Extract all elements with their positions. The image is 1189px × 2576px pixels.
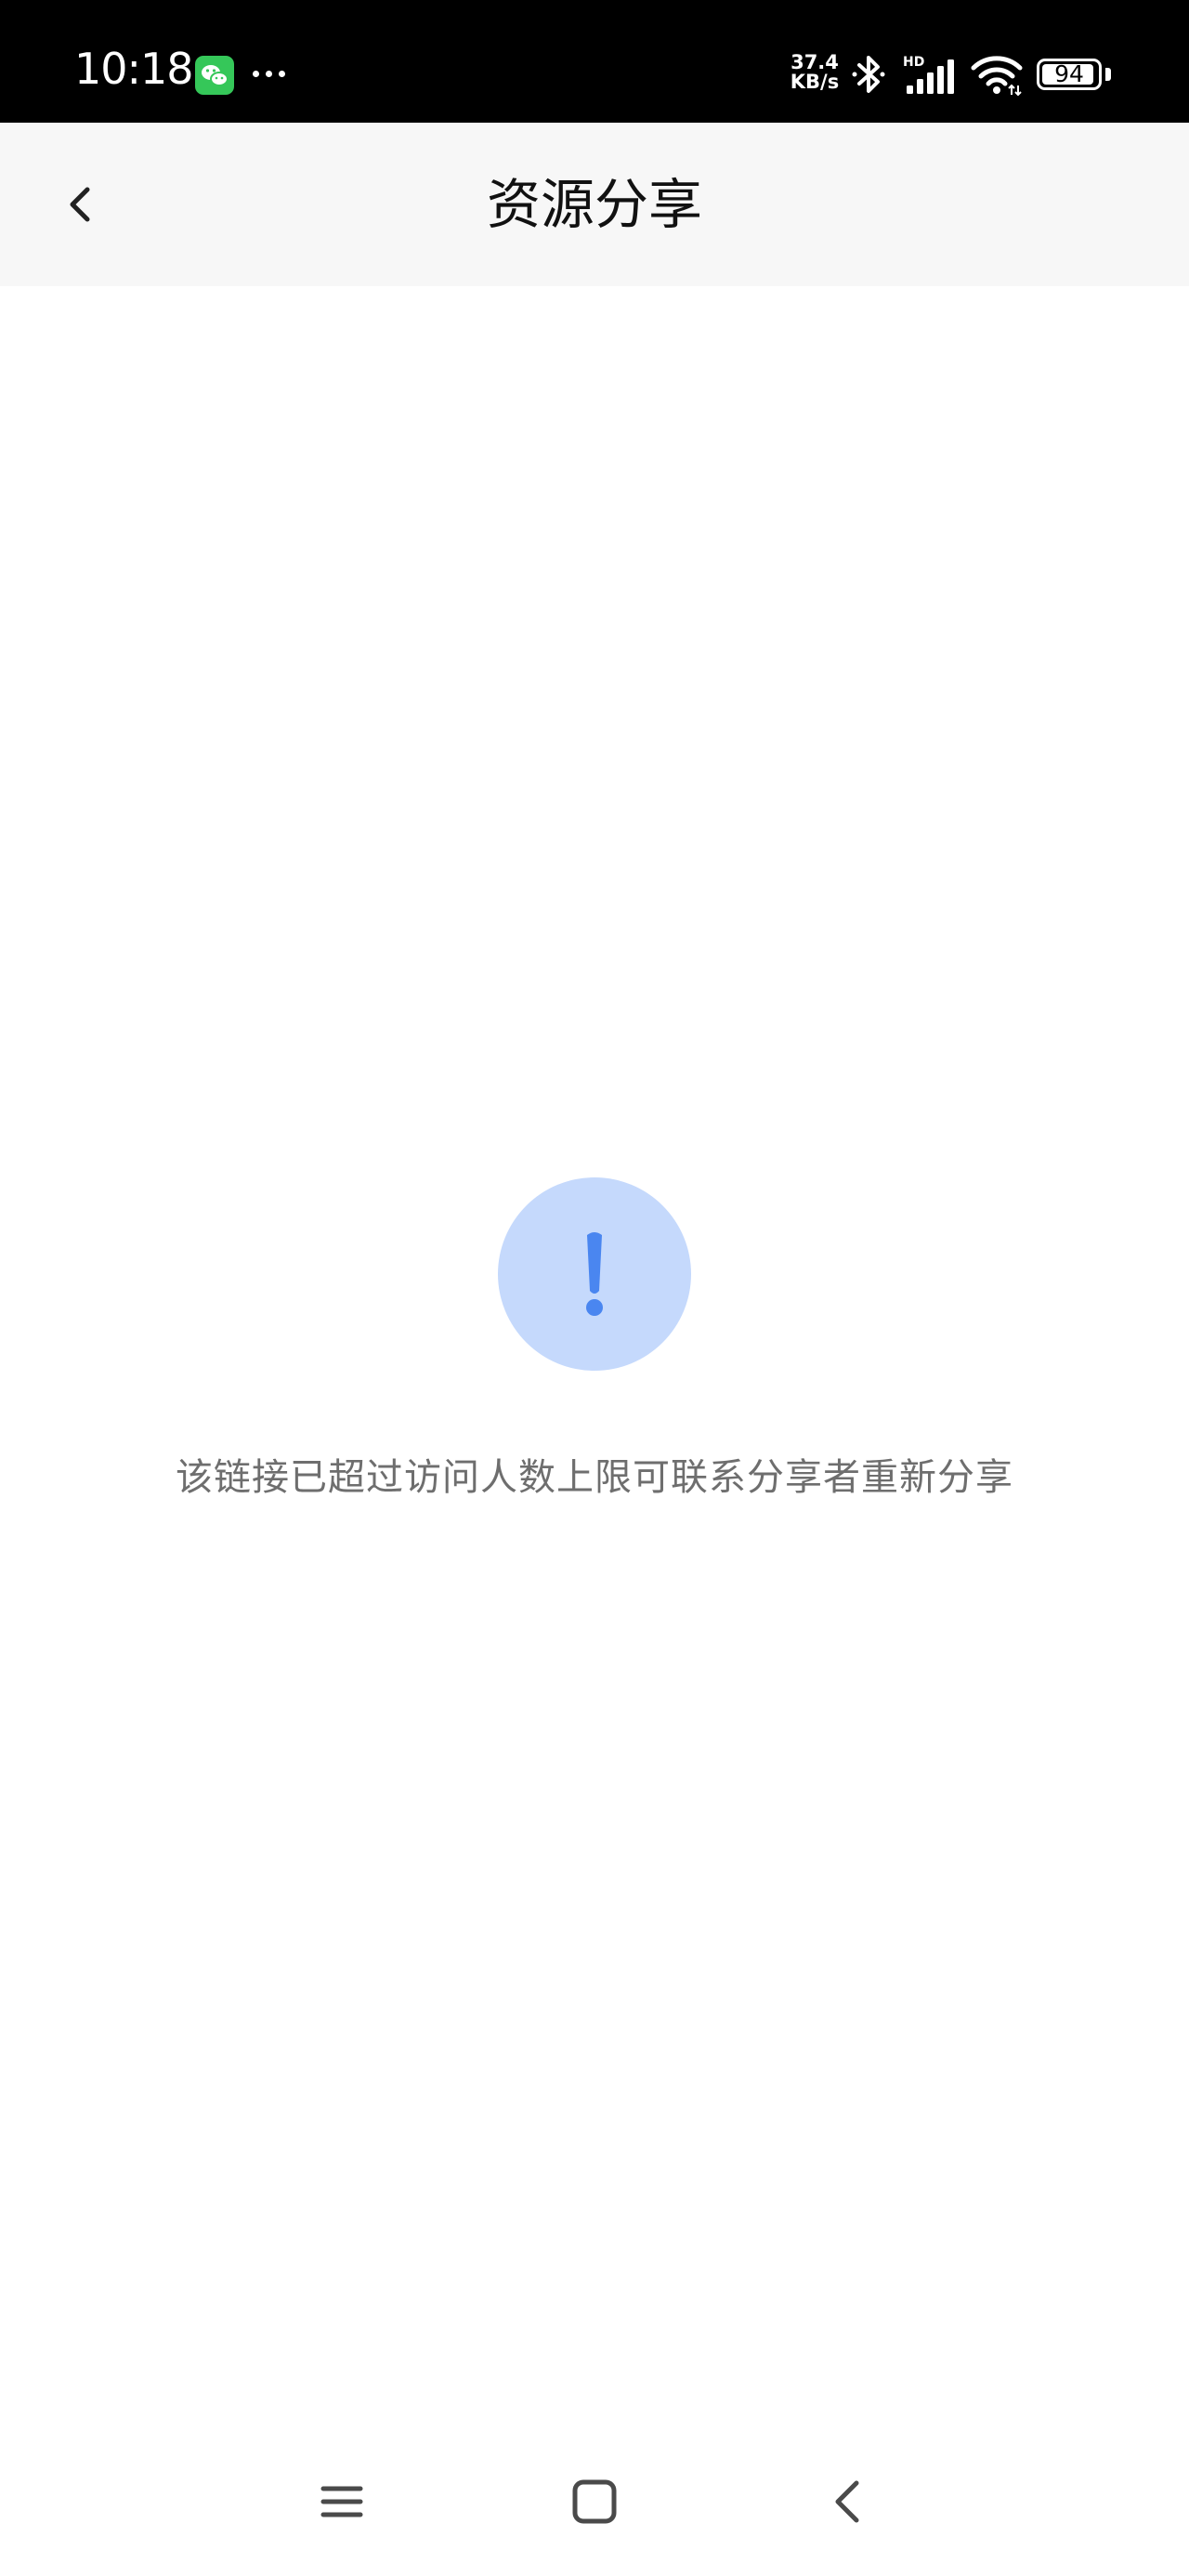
exclamation-icon — [586, 1232, 603, 1316]
wifi-icon — [970, 54, 1024, 100]
system-back-button[interactable] — [791, 2453, 903, 2565]
status-bar: 10:18 37.4 KB/s HD 94 — [0, 0, 1189, 123]
network-speed-unit: KB/s — [790, 71, 840, 93]
status-time: 10:18 — [74, 44, 194, 94]
back-button[interactable] — [43, 165, 121, 243]
system-nav-bar — [0, 2453, 1189, 2576]
menu-icon — [320, 2486, 363, 2517]
alert-badge — [498, 1177, 691, 1371]
chevron-left-icon — [70, 187, 90, 222]
network-speed: 37.4 KB/s — [786, 53, 843, 92]
battery-tip — [1105, 68, 1111, 81]
menu-button[interactable] — [286, 2453, 398, 2565]
home-button[interactable] — [539, 2453, 650, 2565]
network-speed-value: 37.4 — [790, 51, 839, 73]
bluetooth-icon — [851, 52, 888, 100]
signal-icon — [905, 58, 957, 99]
battery-icon: 94 — [1037, 59, 1102, 90]
error-message: 该链接已超过访问人数上限可联系分享者重新分享 — [176, 1456, 1013, 1499]
wechat-icon — [195, 56, 234, 95]
nav-bar: 资源分享 — [0, 123, 1189, 286]
battery-percent: 94 — [1054, 60, 1084, 87]
home-square-icon — [572, 2479, 617, 2524]
more-notifications-icon — [251, 71, 288, 78]
back-triangle-icon — [835, 2480, 859, 2523]
page-title: 资源分享 — [486, 173, 702, 236]
